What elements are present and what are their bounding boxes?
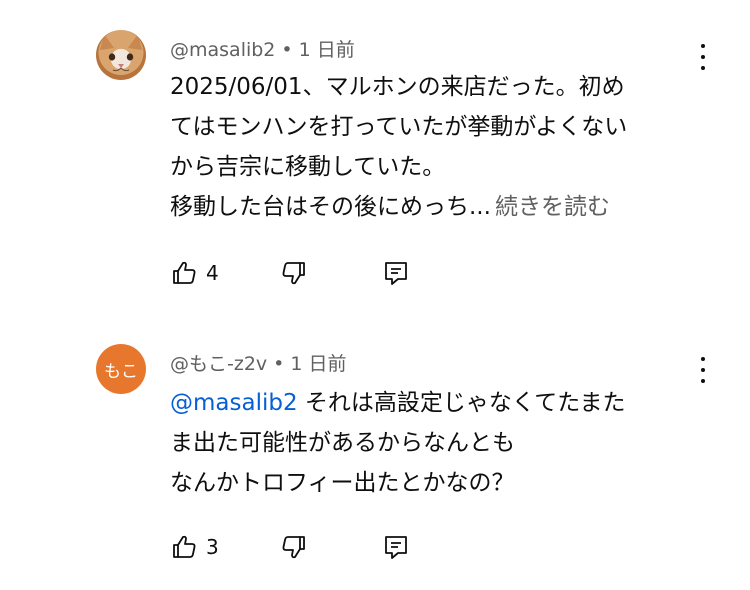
comment-header: @もこ-z2v • 1 日前 — [170, 349, 347, 376]
separator-dot: • — [273, 353, 285, 375]
dislike-button[interactable] — [280, 532, 308, 562]
comment-text: 2025/06/01、マルホンの来店だった。初め てはモンハンを打っていたが挙動… — [170, 67, 690, 227]
thumbs-up-icon — [173, 261, 196, 284]
comment-line: 移動した台はその後にめっち... — [170, 194, 491, 220]
author-handle[interactable]: @masalib2 — [170, 39, 275, 61]
reply-comment-icon — [385, 536, 407, 559]
timestamp[interactable]: 1 日前 — [299, 39, 355, 61]
author-handle[interactable]: @もこ-z2v — [170, 353, 267, 375]
user-avatar[interactable]: もこ — [96, 344, 146, 394]
like-button[interactable]: 3 — [170, 532, 219, 562]
more-vert-icon[interactable] — [693, 42, 713, 72]
cat-avatar[interactable] — [96, 30, 146, 80]
like-count: 4 — [206, 261, 219, 285]
comment-line: それは高設定じゃなくてたまた — [297, 390, 626, 416]
dislike-button[interactable] — [280, 258, 308, 288]
cat-face-icon — [100, 34, 142, 72]
mention-link[interactable]: @masalib2 — [170, 390, 298, 416]
comment-line-last: 移動した台はその後にめっち... 続きを読む — [170, 187, 690, 227]
like-button[interactable]: 4 — [170, 258, 219, 288]
comment-item: @masalib2 • 1 日前 2025/06/01、マルホンの来店だった。初め … — [0, 0, 750, 300]
thumbs-down-icon — [282, 536, 305, 559]
comment-line: 2025/06/01、マルホンの来店だった。初め — [170, 74, 625, 100]
separator-dot: • — [281, 39, 293, 61]
reply-button[interactable] — [382, 258, 410, 288]
comment-line: なんかトロフィー出たとかなの？ — [170, 470, 515, 496]
timestamp[interactable]: 1 日前 — [290, 353, 346, 375]
thumbs-up-icon — [173, 535, 196, 558]
comment-line: てはモンハンを打っていたが挙動がよくない — [170, 114, 628, 140]
reply-comment-icon — [385, 262, 407, 285]
read-more-link[interactable]: 続きを読む — [495, 194, 610, 220]
more-vert-icon[interactable] — [693, 355, 713, 385]
comment-line-first: @masalib2 それは高設定じゃなくてたまた — [170, 383, 690, 423]
comment-item: もこ @もこ-z2v • 1 日前 @masalib2 それは高設定じゃなくてたまた… — [0, 330, 750, 590]
comment-line: ま出た可能性があるからなんとも — [170, 430, 515, 456]
comment-line: から吉宗に移動していた。 — [170, 154, 446, 180]
comment-actions: 4 — [170, 258, 430, 288]
comment-text: @masalib2 それは高設定じゃなくてたまた ま出た可能性があるからなんとも… — [170, 383, 690, 503]
comment-actions: 3 — [170, 532, 430, 562]
comment-header: @masalib2 • 1 日前 — [170, 35, 355, 62]
reply-button[interactable] — [382, 532, 410, 562]
thumbs-down-icon — [282, 262, 305, 285]
like-count: 3 — [206, 535, 219, 559]
